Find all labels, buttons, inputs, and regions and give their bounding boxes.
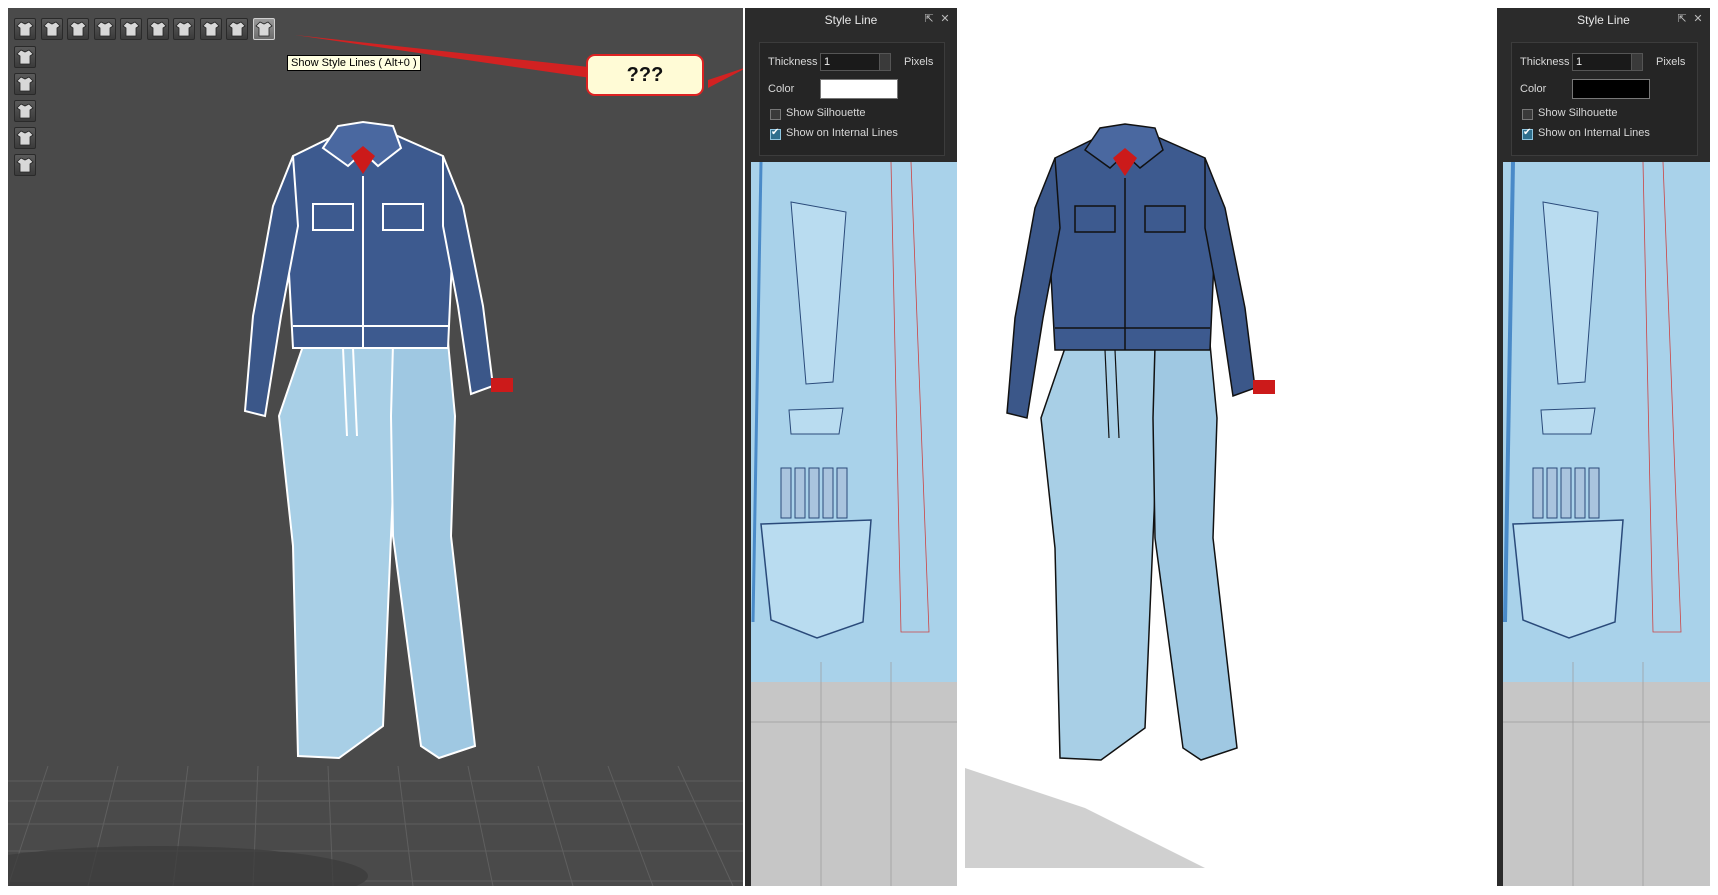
garment-texture-icon[interactable] xyxy=(93,18,116,40)
avatar-garment-white-lines[interactable] xyxy=(243,116,543,846)
style-line-settings: Thickness 1 Pixels Color Show Silhouette… xyxy=(1511,42,1698,156)
avatar-garment-black-lines[interactable] xyxy=(1005,118,1305,848)
pattern-pieces xyxy=(1503,162,1710,886)
right-3d-viewport[interactable] xyxy=(965,8,1495,886)
color-swatch[interactable] xyxy=(1572,79,1650,99)
thickness-label: Thickness xyxy=(1520,56,1570,68)
pixels-label: Pixels xyxy=(904,56,934,68)
pin-tool-icon[interactable] xyxy=(199,18,222,40)
fabric-icon[interactable] xyxy=(14,100,36,122)
color-label: Color xyxy=(1520,83,1547,95)
color-swatch[interactable] xyxy=(820,79,898,99)
thickness-spinner[interactable] xyxy=(1631,53,1643,71)
avatar-garment-icon[interactable] xyxy=(14,18,36,40)
garment-fit-icon[interactable] xyxy=(146,18,169,40)
thickness-spinner[interactable] xyxy=(879,53,891,71)
garment-back-icon[interactable] xyxy=(67,18,89,40)
show-style-lines-icon[interactable] xyxy=(252,18,275,40)
thickness-input[interactable]: 1 xyxy=(1572,53,1632,71)
style-line-panel-left: Style Line ⇱ ✕ Thickness 1 Pixels Color … xyxy=(745,8,957,886)
show-internal-lines-label: Show on Internal Lines xyxy=(786,127,898,139)
pin-icon[interactable]: ⇱ xyxy=(923,13,935,25)
garment-mesh-icon[interactable] xyxy=(120,18,142,40)
question-callout: ??? xyxy=(586,54,704,96)
garment-front-icon[interactable] xyxy=(40,18,63,40)
show-internal-lines-label: Show on Internal Lines xyxy=(1538,127,1650,139)
close-icon[interactable]: ✕ xyxy=(939,13,951,25)
left-3d-viewport[interactable] xyxy=(8,8,743,886)
garment-shaded-icon[interactable] xyxy=(226,18,248,40)
pin-icon[interactable]: ⇱ xyxy=(1676,13,1688,25)
show-silhouette-checkbox[interactable] xyxy=(770,109,781,120)
style-lines-tooltip: Show Style Lines ( Alt+0 ) xyxy=(287,55,421,71)
show-silhouette-checkbox[interactable] xyxy=(1522,109,1533,120)
style-line-settings: Thickness 1 Pixels Color Show Silhouette… xyxy=(759,42,945,156)
thickness-input[interactable]: 1 xyxy=(820,53,880,71)
thickness-label: Thickness xyxy=(768,56,818,68)
pattern-pieces xyxy=(751,162,957,886)
strain-map-icon[interactable] xyxy=(173,18,195,40)
style-line-panel-right: Style Line ⇱ ✕ Thickness 1 Pixels Color … xyxy=(1497,8,1710,886)
avatar-pose-icon[interactable] xyxy=(14,46,36,68)
avatar-icon[interactable] xyxy=(14,73,36,95)
2d-pattern-window[interactable] xyxy=(1503,162,1710,886)
pixels-label: Pixels xyxy=(1656,56,1686,68)
close-icon[interactable]: ✕ xyxy=(1692,13,1704,25)
2d-pattern-window[interactable] xyxy=(751,162,957,886)
show-silhouette-label: Show Silhouette xyxy=(786,107,866,119)
skin-icon[interactable] xyxy=(14,154,36,176)
show-internal-lines-checkbox[interactable] xyxy=(1522,127,1533,140)
color-label: Color xyxy=(768,83,795,95)
brush-icon[interactable] xyxy=(14,127,36,149)
show-internal-lines-checkbox[interactable] xyxy=(770,127,781,140)
show-silhouette-label: Show Silhouette xyxy=(1538,107,1618,119)
